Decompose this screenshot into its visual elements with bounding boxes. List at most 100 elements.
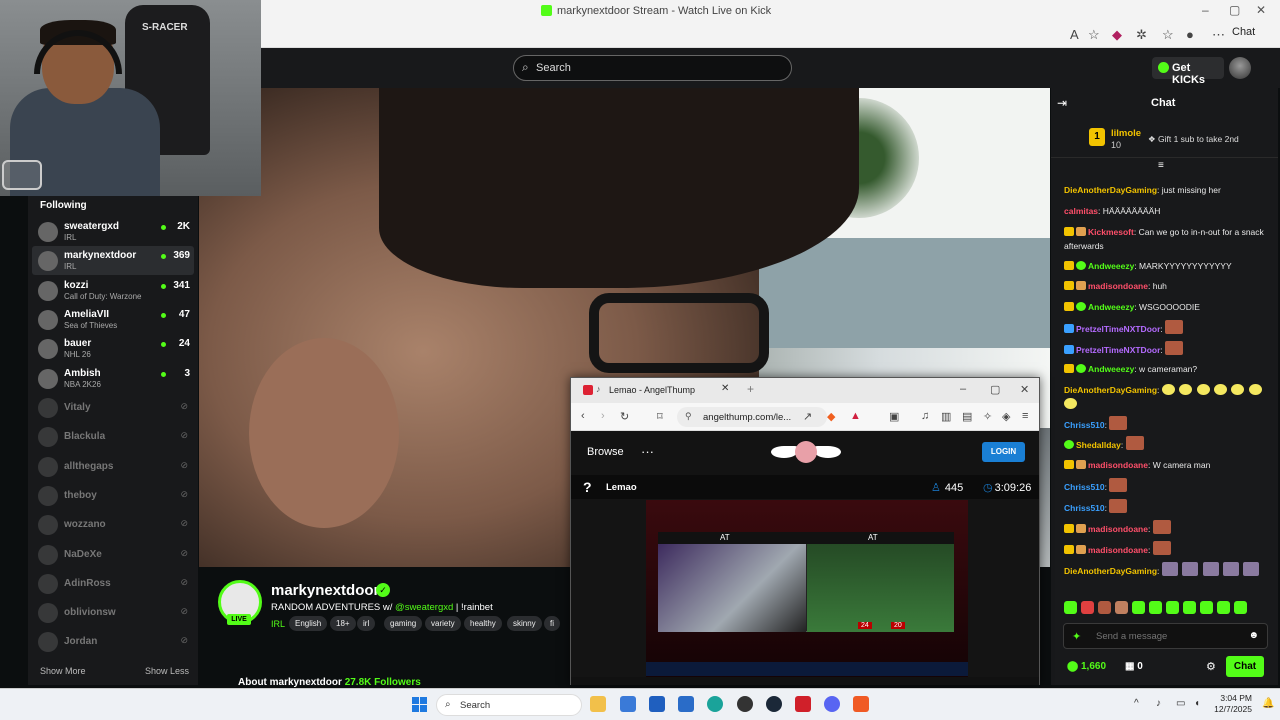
title-mention-link[interactable]: @sweatergxd — [395, 602, 453, 613]
network-icon[interactable]: ▭ — [1176, 698, 1185, 709]
chat-username[interactable]: madisondoane — [1088, 281, 1148, 291]
maximize-icon[interactable]: ▢ — [990, 383, 1000, 396]
share-icon[interactable]: ↗ — [803, 410, 812, 423]
panel-icon[interactable]: ▥ — [941, 410, 951, 423]
chat-send-button[interactable]: Chat — [1226, 656, 1264, 677]
maximize-icon[interactable]: ▢ — [1229, 3, 1240, 17]
chat-filter-icon[interactable]: ≡ — [1158, 160, 1164, 171]
sidebar-channel-offline[interactable]: AdinRoss ⊘ — [32, 569, 194, 598]
stream-tag[interactable]: healthy — [464, 616, 502, 631]
emote-icon[interactable] — [1234, 601, 1247, 614]
minimize-icon[interactable]: – — [960, 383, 966, 395]
brave-icon[interactable] — [853, 696, 869, 712]
emote-icon[interactable] — [1217, 601, 1230, 614]
chat-settings-icon[interactable]: ⚙ — [1206, 660, 1216, 673]
close-tab-icon[interactable]: ✕ — [721, 383, 729, 394]
emote-icon[interactable] — [1132, 601, 1145, 614]
sidebar-channel-offline[interactable]: allthegaps ⊘ — [32, 452, 194, 481]
forward-icon[interactable]: › — [601, 410, 605, 422]
chat-username[interactable]: PretzelTimeNXTDoor — [1076, 324, 1160, 334]
stream-tag[interactable]: variety — [425, 616, 461, 631]
chat-username[interactable]: Andweeezy — [1088, 364, 1134, 374]
discord-icon[interactable] — [824, 696, 840, 712]
search-input[interactable]: ⌕ Search — [513, 55, 792, 81]
chat-username[interactable]: Chriss510 — [1064, 482, 1105, 492]
media-icon[interactable]: ♫ — [921, 410, 929, 422]
rewards-icon[interactable]: ▲ — [850, 410, 861, 422]
sidebar-channel-offline[interactable]: NaDeXe ⊘ — [32, 540, 194, 569]
chat-username[interactable]: madisondoane — [1088, 524, 1148, 534]
emote-icon[interactable] — [1115, 601, 1128, 614]
bookmark-icon[interactable]: ⌑ — [657, 410, 663, 423]
vpn-icon[interactable]: ◈ — [1002, 410, 1010, 423]
app-icon[interactable] — [737, 696, 753, 712]
stream-tag[interactable]: 18+ — [330, 616, 356, 631]
channel-name[interactable]: markynextdoor — [271, 582, 379, 599]
show-more-button[interactable]: Show More — [40, 666, 86, 676]
popup-streamer-name[interactable]: Lemao — [606, 482, 637, 493]
windows-start-icon[interactable] — [412, 697, 427, 712]
browse-link[interactable]: Browse — [587, 446, 624, 458]
speaker-icon[interactable]: ♪ — [596, 384, 601, 394]
stream-tag[interactable]: gaming — [384, 616, 423, 631]
chat-username[interactable]: Chriss510 — [1064, 503, 1105, 513]
popup-tab-title[interactable]: Lemao - AngelThump — [609, 385, 695, 395]
minimize-icon[interactable]: – — [1202, 3, 1209, 17]
chat-username[interactable]: PretzelTimeNXTDoor — [1076, 345, 1160, 355]
sidebar-channel-offline[interactable]: Jordan ⊘ — [32, 627, 194, 656]
sidebar-channel[interactable]: sweatergxd IRL 2K — [32, 217, 194, 246]
more-menu-icon[interactable]: ⋯ — [1212, 27, 1225, 43]
emote-icon[interactable] — [1098, 601, 1111, 614]
store-button[interactable]: ▦ 0 — [1125, 661, 1143, 672]
sidebar-channel[interactable]: AmeliaVII Sea of Thieves 47 — [32, 305, 194, 334]
emote-icon[interactable] — [1149, 601, 1162, 614]
edge-icon[interactable] — [707, 696, 723, 712]
stream-tag[interactable]: skinny — [507, 616, 542, 631]
sidebar-channel-offline[interactable]: Blackula ⊘ — [32, 422, 194, 451]
more-options-icon[interactable]: ··· — [641, 444, 654, 459]
steam-icon[interactable] — [766, 696, 782, 712]
popup-video-player[interactable]: AT AT 24 20 — [646, 500, 968, 684]
chat-username[interactable]: Shedallday — [1076, 440, 1121, 450]
site-info-icon[interactable]: ⚲ — [685, 411, 692, 422]
emote-icon[interactable] — [1183, 601, 1196, 614]
notification-icon[interactable]: 🔔 — [1262, 698, 1274, 709]
leo-ai-icon[interactable]: ✧ — [983, 410, 992, 423]
emote-icon[interactable] — [1064, 601, 1077, 614]
tray-chevron-icon[interactable]: ^ — [1134, 698, 1139, 709]
sidebar-channel[interactable]: kozzi Call of Duty: Warzone 341 — [32, 276, 194, 305]
chat-message-field[interactable] — [1096, 628, 1236, 644]
favorites-icon[interactable]: ☆ — [1162, 27, 1174, 43]
sidebar-channel-offline[interactable]: wozzano ⊘ — [32, 510, 194, 539]
sidebar-toggle-icon[interactable]: ▣ — [889, 410, 899, 423]
favorite-star-icon[interactable]: ☆ — [1088, 27, 1100, 43]
sidebar-channel-offline[interactable]: oblivionsw ⊘ — [32, 598, 194, 627]
sidebar-channel[interactable]: bauer NHL 26 24 — [32, 334, 194, 363]
chat-username[interactable]: DieAnotherDayGaming — [1064, 385, 1157, 395]
emote-icon[interactable] — [1166, 601, 1179, 614]
leader-username[interactable]: lilmole — [1111, 128, 1141, 139]
chat-username[interactable]: Kickmesoft — [1088, 227, 1134, 237]
chat-username[interactable]: Chriss510 — [1064, 420, 1105, 430]
login-button[interactable]: LOGIN — [982, 442, 1025, 462]
collapse-chat-icon[interactable]: ⇥ — [1057, 96, 1067, 110]
read-aloud-icon[interactable]: A — [1070, 27, 1079, 42]
show-less-button[interactable]: Show Less — [145, 666, 189, 676]
profile-icon[interactable]: ● — [1186, 27, 1194, 42]
chat-username[interactable]: DieAnotherDayGaming — [1064, 185, 1157, 195]
gift-sub-prompt[interactable]: ❖ Gift 1 sub to take 2nd — [1148, 134, 1239, 145]
copilot-chat-button[interactable]: Chat — [1232, 26, 1255, 38]
store-app-icon[interactable] — [620, 696, 636, 712]
reload-icon[interactable]: ↻ — [620, 410, 629, 423]
chat-username[interactable]: Andweeezy — [1088, 302, 1134, 312]
close-icon[interactable]: ✕ — [1020, 383, 1029, 396]
wallet-icon[interactable]: ▤ — [962, 410, 972, 423]
chat-username[interactable]: DieAnotherDayGaming — [1064, 566, 1157, 576]
emoji-icon[interactable]: ☻ — [1248, 630, 1259, 641]
sidebar-channel[interactable]: markynextdoor IRL 369 — [32, 246, 194, 276]
extensions-icon[interactable]: ✲ — [1136, 27, 1147, 43]
user-avatar[interactable] — [1229, 57, 1251, 79]
stream-category-link[interactable]: IRL — [271, 619, 285, 629]
taskbar-search[interactable]: ⌕ Search — [436, 694, 582, 716]
chat-username[interactable]: madisondoane — [1088, 545, 1148, 555]
